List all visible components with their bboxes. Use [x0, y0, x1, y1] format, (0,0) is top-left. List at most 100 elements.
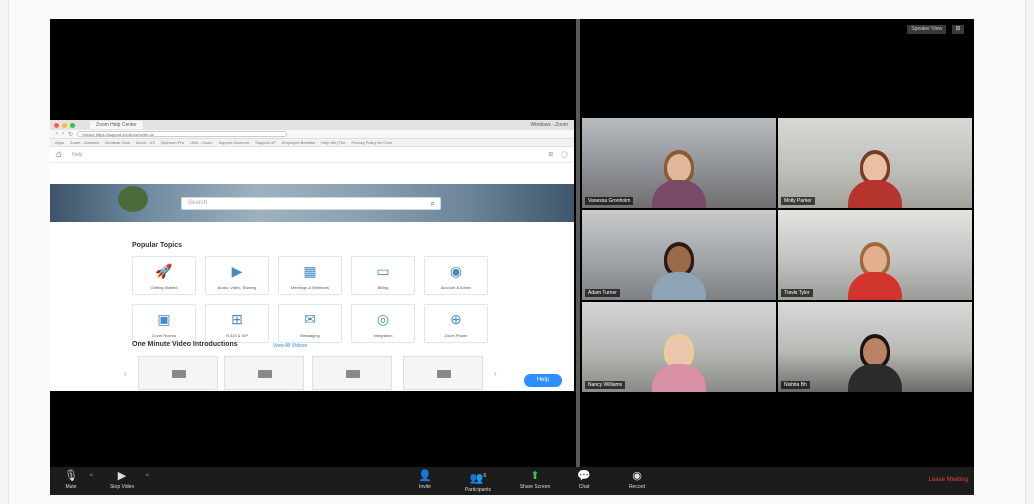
topic-label: Billing	[377, 285, 389, 290]
view-all-videos-link[interactable]: View All Videos	[273, 343, 307, 349]
bookmark-item[interactable]: Help Me (The	[321, 140, 345, 145]
topic-tile[interactable]: ⊞ H.323 & SIP	[205, 304, 269, 343]
gallery-view-pane: Speaker View ⊞ Vanessa Gronholm Molly Par…	[580, 19, 974, 467]
bookmark-item[interactable]: Support Zoom.us	[219, 140, 250, 145]
forward-arrow-icon[interactable]: ›	[62, 131, 64, 137]
chat-label: Chat	[578, 484, 590, 490]
play-icon	[346, 370, 360, 378]
help-search-input[interactable]: Search ⌕	[181, 197, 441, 210]
topic-tile[interactable]: 🚀 Getting Started	[132, 256, 196, 295]
topic-label: Messaging	[300, 333, 320, 338]
topic-label: Meetings & Webinars	[291, 285, 329, 290]
add-person-icon: 👤	[418, 470, 432, 482]
participant-video-tile[interactable]: Travis Tyler	[778, 210, 972, 300]
topic-tile[interactable]: ▦ Meetings & Webinars	[278, 256, 342, 295]
mute-button[interactable]: 🎙 Mute	[60, 470, 82, 490]
body-shape	[848, 272, 902, 300]
search-placeholder: Search	[188, 200, 208, 206]
participant-name: Nishita Bh	[781, 381, 810, 389]
head-shape	[863, 338, 887, 366]
share-screen-button[interactable]: ⬆ Share Screen	[512, 470, 558, 490]
zoom-meeting-window: Zoom Help Center Windows - Zoom ‹ › ↻ Se…	[50, 19, 974, 495]
globe-icon: ⊕	[450, 311, 462, 327]
topic-tile[interactable]: ⊕ Zoom Phone	[424, 304, 488, 343]
participant-video-tile[interactable]: Molly Parker	[778, 118, 972, 208]
stop-video-button[interactable]: ▶ Stop Video	[104, 470, 140, 490]
share-screen-label: Share Screen	[519, 484, 551, 490]
participant-video-tile[interactable]: Adam Turner	[582, 210, 776, 300]
user-circle-icon[interactable]: ◯	[561, 151, 568, 158]
video-thumbnail[interactable]	[138, 356, 218, 390]
network-icon: ⊞	[231, 311, 243, 327]
participant-name: Nancy Williams	[585, 381, 626, 389]
head-shape	[667, 246, 691, 274]
bookmark-item[interactable]: UWL - Zoom	[190, 140, 213, 145]
video-thumbnail[interactable]	[224, 356, 304, 390]
bookmark-item[interactable]: Zoom - Dotdash	[70, 140, 99, 145]
help-site-header: ⌂ Help ⊞ ◯	[50, 147, 574, 163]
audio-options-caret-icon[interactable]: ^	[90, 474, 93, 480]
browser-tab-strip: Zoom Help Center Windows - Zoom	[50, 120, 574, 130]
help-nav-label[interactable]: Help	[72, 152, 82, 158]
speaker-view-button[interactable]: Speaker View	[907, 25, 946, 34]
topic-tile[interactable]: ◉ Account & Admin	[424, 256, 488, 295]
room-icon: ▣	[157, 311, 171, 327]
bookmark-item[interactable]: Apps	[55, 140, 64, 145]
participants-button[interactable]: 👥6 Participants	[456, 470, 500, 493]
topic-label: Zoom Phone	[444, 333, 468, 338]
head-shape	[667, 338, 691, 366]
topic-tile[interactable]: ✉ Messaging	[278, 304, 342, 343]
hero-tree-decoration	[118, 186, 148, 212]
participant-name: Molly Parker	[781, 197, 815, 205]
close-dot-icon	[54, 122, 59, 128]
body-shape	[848, 180, 902, 208]
popular-topics-title: Popular Topics	[132, 242, 183, 249]
bookmark-item[interactable]: Privacy Policy for Chat	[351, 140, 391, 145]
back-arrow-icon[interactable]: ‹	[56, 131, 58, 137]
carousel-next-icon[interactable]: ›	[494, 369, 497, 378]
grid-icon[interactable]: ⊞	[548, 151, 553, 158]
user-icon: ◉	[449, 263, 463, 279]
topic-tile[interactable]: ▭ Billing	[351, 256, 415, 295]
head-shape	[863, 154, 887, 182]
topic-tile[interactable]: ◎ Integration	[351, 304, 415, 343]
chat-button[interactable]: 💬 Chat	[574, 470, 594, 490]
video-thumbnail[interactable]	[403, 356, 483, 390]
url-input[interactable]: Secure https://support.zoom.us/hc/en-us	[77, 131, 288, 137]
mute-label: Mute	[65, 484, 77, 490]
play-icon	[437, 370, 451, 378]
videos-title: One Minute Video Introductions	[132, 341, 238, 348]
video-options-caret-icon[interactable]: ^	[146, 474, 149, 480]
search-icon[interactable]: ⌕	[431, 199, 435, 209]
screenshot-frame: Zoom Help Center Windows - Zoom ‹ › ↻ Se…	[8, 0, 1026, 504]
help-chat-button[interactable]: Help	[524, 374, 562, 387]
bookmark-item[interactable]: MyZoom Pro	[161, 140, 184, 145]
bookmark-item[interactable]: Employee Benefits	[282, 140, 315, 145]
video-thumbnail[interactable]	[312, 356, 392, 390]
participant-figure	[644, 240, 714, 300]
record-button[interactable]: ◉ Record	[624, 470, 650, 490]
participant-name: Vanessa Gronholm	[585, 197, 634, 205]
carousel-prev-icon[interactable]: ‹	[124, 369, 127, 378]
leave-meeting-button[interactable]: Leave Meeting	[929, 477, 968, 483]
participant-video-tile[interactable]: Vanessa Gronholm	[582, 118, 776, 208]
play-icon	[172, 370, 186, 378]
chat-bubble-icon: 💬	[577, 470, 591, 482]
invite-button[interactable]: 👤 Invite	[414, 470, 436, 490]
reload-icon[interactable]: ↻	[68, 131, 73, 138]
stop-video-label: Stop Video	[109, 484, 135, 490]
zoom-logo-icon[interactable]: ⌂	[56, 149, 62, 160]
topic-tile[interactable]: ▶ Audio, Video, Sharing	[205, 256, 269, 295]
participant-video-tile[interactable]: Nishita Bh	[778, 302, 972, 392]
gallery-grid-icon[interactable]: ⊞	[952, 25, 964, 34]
play-icon	[258, 370, 272, 378]
bookmark-item[interactable]: Zendesk Chat	[105, 140, 130, 145]
bookmark-item[interactable]: Zoom - US	[136, 140, 155, 145]
bookmark-item[interactable]: Support UP	[255, 140, 276, 145]
participant-video-tile[interactable]: Nancy Williams	[582, 302, 776, 392]
browser-tab[interactable]: Zoom Help Center	[90, 121, 143, 129]
topic-label: Account & Admin	[440, 285, 472, 290]
topic-tile[interactable]: ▣ Zoom Rooms	[132, 304, 196, 343]
video-camera-icon: ▶	[117, 470, 127, 482]
browser-address-bar: ‹ › ↻ Secure https://support.zoom.us/hc/…	[50, 130, 574, 139]
